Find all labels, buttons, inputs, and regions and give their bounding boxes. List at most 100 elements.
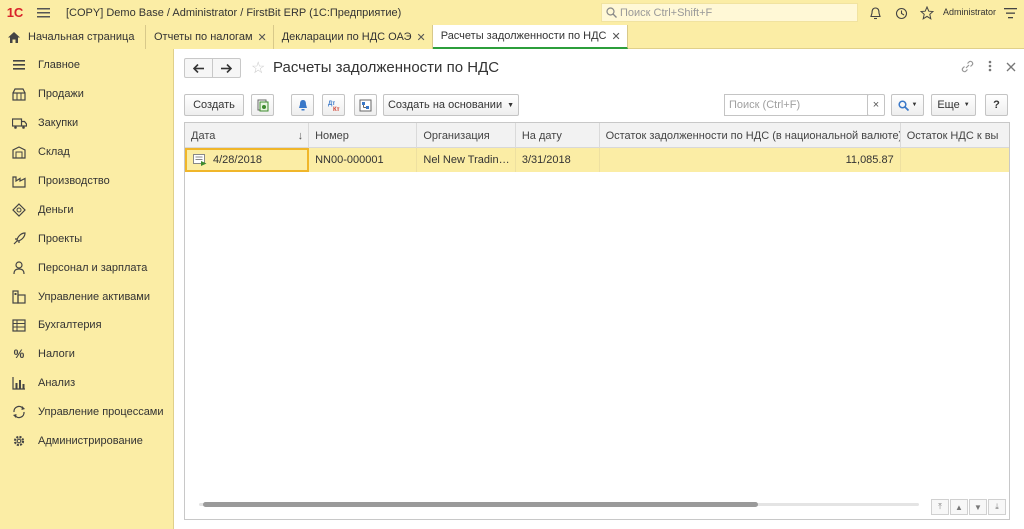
sidebar-item-label: Склад [38,146,70,159]
close-window-icon[interactable] [1006,60,1016,76]
app-title: [COPY] Demo Base / Administrator / First… [66,6,402,19]
column-header-label: Номер [315,129,349,142]
chevron-down-icon: ▼ [963,102,970,108]
toolbar: Создать Дт Кт Создать на основании ▼ Поис… [184,94,1019,116]
chart-icon [11,375,27,391]
sidebar-item-accounting[interactable]: Бухгалтерия [0,311,173,340]
sidebar-item-administration[interactable]: Администрирование [0,427,173,456]
chevron-down-icon: ▼ [911,102,918,108]
more-button[interactable]: Еще ▼ [931,94,976,116]
close-icon[interactable]: ✕ [612,30,621,43]
sidebar-item-sales[interactable]: Продажи [0,80,173,109]
cell-text: 4/28/2018 [213,154,262,166]
sidebar-item-assets[interactable]: Управление активами [0,282,173,311]
tab-tax-reports[interactable]: Отчеты по налогам ✕ [146,25,274,49]
arrow-left-icon [193,63,204,73]
money-icon [11,202,27,218]
chevron-down-icon: ▼ [507,101,515,109]
cell-organization[interactable]: Nel New Tradin… [417,148,516,172]
column-header-vat-balance[interactable]: Остаток НДС к вы [901,123,1009,148]
sidebar-item-label: Администрирование [38,435,143,448]
column-header-label: Остаток НДС к вы [906,129,999,142]
cell-balance[interactable]: 11,085.87 [600,148,901,172]
documents-table: Дата ↓ Номер Организация На дату Остаток… [184,122,1010,520]
notification-button[interactable] [291,94,314,116]
favorite-star-icon[interactable]: ☆ [251,58,265,78]
sidebar-item-label: Анализ [38,377,76,390]
search-options-button[interactable]: ▼ [891,94,924,116]
help-label: ? [993,99,1000,111]
sidebar-item-main[interactable]: Главное [0,51,173,80]
create-button[interactable]: Создать [184,94,244,116]
table-header: Дата ↓ Номер Организация На дату Остаток… [185,123,1009,148]
close-icon[interactable]: ✕ [417,31,426,44]
tab-label: Отчеты по налогам [154,31,253,43]
scroll-buttons: ⤒ ▲ ▼ ⤓ [931,499,1006,515]
structure-button[interactable] [354,94,377,116]
tab-vat-debt-calculations[interactable]: Расчеты задолженности по НДС ✕ [432,25,628,49]
cell-on-date[interactable]: 3/31/2018 [516,148,600,172]
sidebar-item-label: Продажи [38,88,84,101]
arrow-right-icon [221,63,232,73]
sidebar-item-money[interactable]: Деньги [0,195,173,224]
bell-blue-icon [298,100,307,111]
search-icon [897,99,909,111]
column-header-date[interactable]: Дата ↓ [185,123,310,148]
cell-vat-balance[interactable] [901,148,1009,172]
sidebar-item-projects[interactable]: Проекты [0,224,173,253]
sidebar-item-warehouse[interactable]: Склад [0,138,173,167]
back-button[interactable] [185,59,213,77]
global-search-placeholder: Поиск Ctrl+Shift+F [620,6,713,19]
column-header-organization[interactable]: Организация [417,123,516,148]
scrollbar-thumb[interactable] [203,502,758,507]
debit-credit-icon: ДтКт [328,101,340,112]
bell-icon[interactable] [866,4,884,22]
cell-date[interactable]: 4/28/2018 [185,148,310,172]
dt-kt-button[interactable]: Дт Кт [322,94,345,116]
clear-search-button[interactable]: × [867,94,885,116]
tab-home[interactable]: Начальная страница [0,25,146,49]
column-header-number[interactable]: Номер [309,123,418,148]
cell-text: Nel New Tradin… [423,154,510,166]
copy-document-button[interactable] [251,94,274,116]
scroll-down-button[interactable]: ▼ [969,499,987,515]
scroll-bottom-button[interactable]: ⤓ [988,499,1006,515]
clear-icon: × [872,99,880,111]
ledger-icon [11,317,27,333]
column-header-label: Остаток задолженности по НДС (в национал… [605,129,901,142]
sidebar-item-taxes[interactable]: % Налоги [0,340,173,369]
column-header-balance[interactable]: Остаток задолженности по НДС (в национал… [600,123,901,148]
sidebar-item-process-management[interactable]: Управление процессами [0,398,173,427]
column-header-on-date[interactable]: На дату [516,123,600,148]
main-menu-icon[interactable] [30,0,56,25]
table-row[interactable]: 4/28/2018 NN00-000001 Nel New Tradin… 3/… [185,148,1009,172]
sidebar-item-purchases[interactable]: Закупки [0,109,173,138]
navigation-buttons [184,58,241,78]
help-button[interactable]: ? [985,94,1008,116]
tabs-bar: Начальная страница Отчеты по налогам ✕ Д… [0,25,1024,49]
link-icon[interactable] [961,60,974,76]
scroll-top-button[interactable]: ⤒ [931,499,949,515]
create-based-on-button[interactable]: Создать на основании ▼ [383,94,519,116]
history-icon[interactable] [892,4,910,22]
sidebar-item-production[interactable]: Производство [0,167,173,196]
truck-icon [11,115,27,131]
more-vertical-icon[interactable] [988,60,992,76]
sidebar-item-personnel[interactable]: Персонал и зарплата [0,253,173,282]
tab-vat-declarations[interactable]: Декларации по НДС ОАЭ ✕ [273,25,433,49]
horizontal-scrollbar[interactable] [199,501,919,507]
cell-number[interactable]: NN00-000001 [309,148,418,172]
scroll-up-button[interactable]: ▲ [950,499,968,515]
favorites-star-icon[interactable] [918,4,936,22]
forward-button[interactable] [213,59,240,77]
global-search-input[interactable]: Поиск Ctrl+Shift+F [601,3,858,22]
close-icon[interactable]: ✕ [258,31,267,44]
sidebar-item-analysis[interactable]: Анализ [0,369,173,398]
settings-lines-icon[interactable] [1001,4,1019,22]
user-name[interactable]: Administrator [943,7,996,17]
warehouse-icon [11,144,27,160]
list-search-input[interactable]: Поиск (Ctrl+F) [724,94,868,116]
tab-label: Декларации по НДС ОАЭ [281,31,412,43]
cell-text: 11,085.87 [845,154,894,166]
sidebar-item-label: Производство [38,175,110,187]
